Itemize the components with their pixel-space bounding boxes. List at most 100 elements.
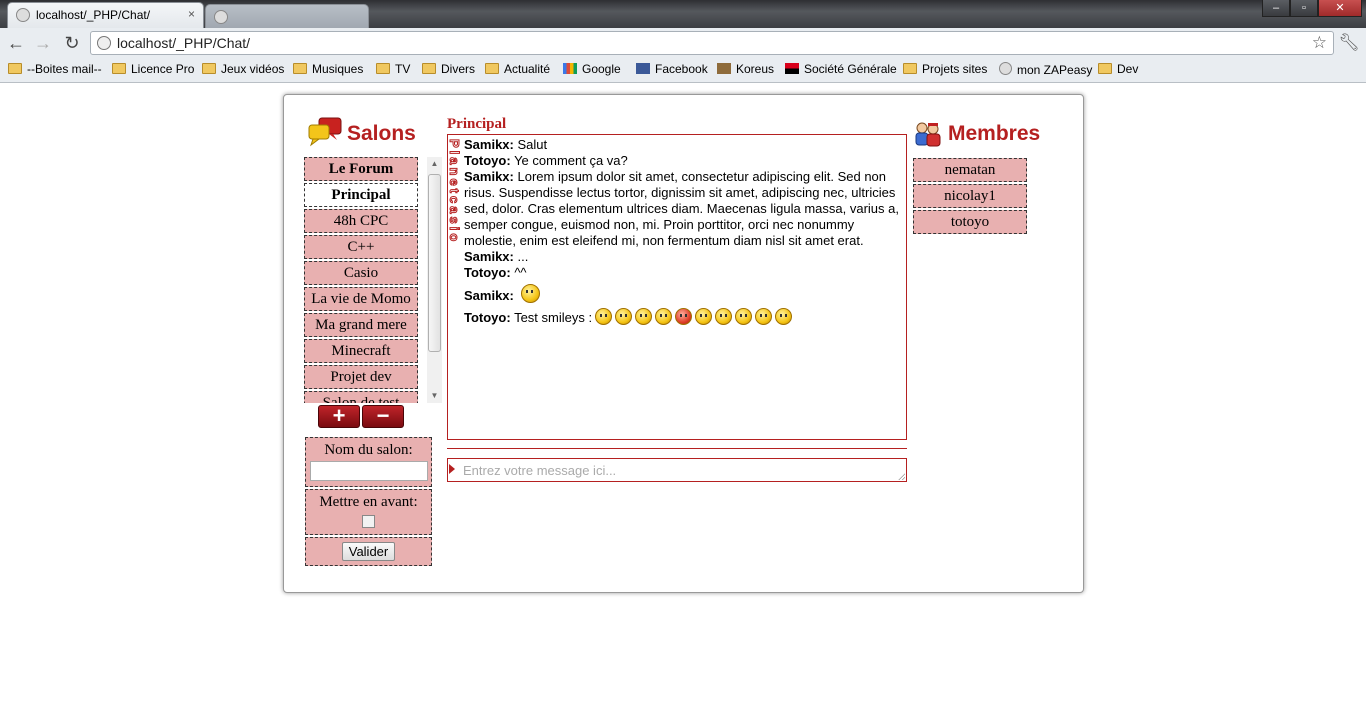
salon-item[interactable]: C++ (304, 235, 418, 259)
folder-icon (376, 63, 390, 74)
remove-salon-button[interactable]: − (362, 405, 404, 428)
address-url[interactable]: localhost/_PHP/Chat/ (117, 35, 250, 51)
bookmark-item[interactable]: Divers (422, 62, 475, 78)
tab-active[interactable]: localhost/_PHP/Chat/ × (7, 2, 204, 28)
bookmark-item[interactable]: Projets sites (903, 62, 987, 78)
salon-item[interactable]: Projet dev (304, 365, 418, 389)
bookmark-label: Projets sites (922, 62, 988, 76)
salon-item[interactable]: 48h CPC (304, 209, 418, 233)
bookmark-label: Facebook (655, 62, 708, 76)
bookmark-item[interactable]: Facebook (636, 62, 708, 78)
window-controls: – ▫ ✕ (1262, 0, 1362, 18)
message-author: Totoyo: (464, 265, 511, 280)
highlight-checkbox[interactable] (362, 515, 375, 528)
bookmark-item[interactable]: Jeux vidéos (202, 62, 284, 78)
bookmark-item[interactable]: Dev (1098, 62, 1138, 78)
folder-icon (485, 63, 499, 74)
minimize-button[interactable]: – (1262, 0, 1290, 17)
message-author: Totoyo: (464, 153, 511, 168)
address-bar[interactable]: localhost/_PHP/Chat/ ☆ (90, 31, 1334, 55)
members-icon (915, 122, 941, 147)
salon-item[interactable]: Le Forum (304, 157, 418, 181)
scroll-thumb[interactable] (428, 174, 441, 352)
folder-icon (8, 63, 22, 74)
bookmark-label: mon ZAPeasy (1017, 63, 1093, 77)
chat-messages-box[interactable]: Planetcasio Samikx: Salut Totoyo: Ye com… (447, 134, 907, 440)
bookmark-item[interactable]: TV (376, 62, 410, 78)
globe-icon (97, 36, 111, 50)
salon-actions: + − (318, 405, 406, 428)
salon-name-label: Nom du salon: (324, 442, 413, 458)
bookmark-label: Musiques (312, 62, 364, 76)
member-item[interactable]: nematan (913, 158, 1027, 182)
bookmark-item[interactable]: --Boites mail-- (8, 62, 102, 78)
bookmark-item[interactable]: Actualité (485, 62, 550, 78)
tab-close-icon[interactable]: × (188, 7, 195, 21)
bookmark-star-icon[interactable]: ☆ (1312, 33, 1327, 53)
folder-icon (293, 63, 307, 74)
add-salon-button[interactable]: + (318, 405, 360, 428)
tab-title: localhost/_PHP/Chat/ (36, 8, 151, 22)
folder-icon (1098, 63, 1112, 74)
bookmark-label: Divers (441, 62, 476, 76)
bookmark-label: Actualité (504, 62, 551, 76)
salons-scrollbar[interactable]: ▲ ▼ (427, 157, 442, 403)
message-text: Lorem ipsum dolor sit amet, consectetur … (464, 169, 899, 248)
salon-item[interactable]: Salon de test (304, 391, 418, 403)
message-text: ^^ (514, 265, 527, 280)
chat-separator (447, 448, 907, 449)
salon-item-active[interactable]: Principal (304, 183, 418, 207)
wrench-icon[interactable]: 🔧︎ (1338, 33, 1360, 53)
salon-item[interactable]: La vie de Momo (304, 287, 418, 311)
bookmark-label: Koreus (736, 62, 775, 76)
bookmark-label: TV (395, 62, 411, 76)
close-window-button[interactable]: ✕ (1318, 0, 1362, 17)
scroll-down-icon[interactable]: ▼ (427, 389, 442, 403)
salon-item[interactable]: Casio (304, 261, 418, 285)
salon-name-input[interactable] (309, 461, 428, 481)
bookmark-label: Jeux vidéos (221, 62, 285, 76)
message-input[interactable]: Entrez votre message ici... (447, 458, 907, 482)
salon-item[interactable]: Minecraft (304, 339, 418, 363)
message: Totoyo: Test smileys : (464, 308, 902, 326)
folder-icon (202, 63, 216, 74)
smiley-icon (520, 284, 540, 303)
submit-box: Valider (305, 537, 432, 566)
member-item[interactable]: nicolay1 (913, 184, 1027, 208)
back-arrow-icon[interactable]: ← (6, 33, 26, 53)
bookmark-item[interactable]: Licence Pro (112, 62, 194, 78)
salons-list: Le Forum Principal 48h CPC C++ Casio La … (304, 157, 418, 403)
resize-handle-icon[interactable] (898, 473, 905, 480)
message-input-placeholder[interactable]: Entrez votre message ici... (463, 463, 616, 478)
bookmark-item[interactable]: mon ZAPeasy (999, 62, 1092, 78)
member-item[interactable]: totoyo (913, 210, 1027, 234)
message-author: Totoyo: (464, 310, 511, 325)
highlight-box: Mettre en avant: (305, 489, 432, 535)
message: Samikx: Salut (464, 137, 902, 153)
laugh-smiley-icon (775, 308, 793, 325)
wink-smiley-icon (615, 308, 633, 325)
forward-arrow-icon[interactable]: → (33, 33, 53, 53)
maximize-button[interactable]: ▫ (1290, 0, 1318, 17)
salon-name-box: Nom du salon: (305, 437, 432, 487)
message-author: Samikx: (464, 137, 514, 152)
sad-smiley-icon (735, 308, 753, 325)
angry-smiley-icon (675, 308, 693, 325)
bookmark-item[interactable]: Koreus (717, 62, 774, 78)
tongue-smiley-icon (655, 308, 673, 325)
scroll-up-icon[interactable]: ▲ (427, 157, 442, 171)
salon-item[interactable]: Ma grand mere (304, 313, 418, 337)
bookmark-item[interactable]: Google (563, 62, 621, 78)
bookmark-label: Google (582, 62, 621, 76)
page-favicon-icon (16, 8, 30, 22)
messages-list: Samikx: Salut Totoyo: Ye comment ça va? … (464, 137, 902, 326)
salons-title: Salons (347, 122, 416, 145)
reload-icon[interactable]: ↻ (62, 33, 82, 53)
valider-button[interactable]: Valider (341, 542, 396, 561)
bookmark-item[interactable]: Société Générale (785, 62, 897, 78)
blush-smiley-icon (715, 308, 733, 325)
chat-bubbles-icon (308, 117, 342, 147)
brand-vertical-text: Planetcasio (447, 138, 463, 245)
tab-inactive[interactable] (205, 4, 369, 28)
bookmark-item[interactable]: Musiques (293, 62, 363, 78)
